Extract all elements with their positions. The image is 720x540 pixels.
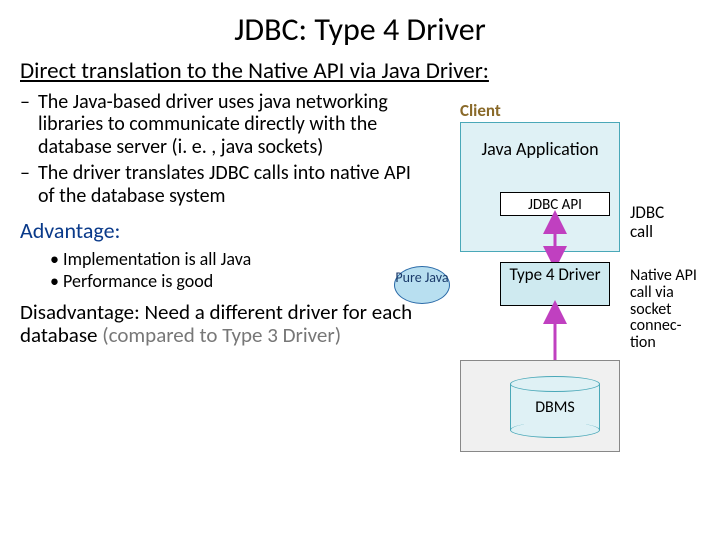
- advantage-item: Performance is good: [50, 270, 420, 293]
- bidirectional-arrow-icon: [547, 218, 563, 262]
- disadvantage-note: (compared to Type 3 Driver): [102, 322, 341, 348]
- jdbc-call-label: JDBC call: [630, 204, 690, 241]
- java-application-label: Java Application: [474, 140, 606, 159]
- native-api-call-label: Native API call via socket connec-tion: [630, 268, 700, 352]
- bullet-item: The driver translates JDBC calls into na…: [38, 162, 420, 207]
- disadvantage-label: Disadvantage:: [20, 299, 144, 325]
- type4-driver-box: Type 4 Driver: [500, 262, 610, 306]
- architecture-diagram: Client Java Application JDBC API Type 4 …: [430, 100, 710, 500]
- slide-title: JDBC: Type 4 Driver: [0, 0, 720, 49]
- main-bullet-list: The Java-based driver uses java networki…: [20, 91, 420, 207]
- advantage-heading: Advantage:: [20, 217, 420, 244]
- advantage-item: Implementation is all Java: [50, 248, 420, 271]
- bullet-item: The Java-based driver uses java networki…: [38, 91, 420, 158]
- pure-java-badge: Pure Java: [394, 266, 450, 304]
- dbms-label: DBMS: [510, 398, 600, 417]
- slide-subtitle: Direct translation to the Native API via…: [0, 49, 720, 91]
- dbms-cylinder-icon: DBMS: [510, 376, 600, 438]
- advantage-list: Implementation is all Java Performance i…: [20, 248, 420, 293]
- jdbc-api-box: JDBC API: [500, 192, 610, 216]
- client-label: Client: [460, 100, 501, 121]
